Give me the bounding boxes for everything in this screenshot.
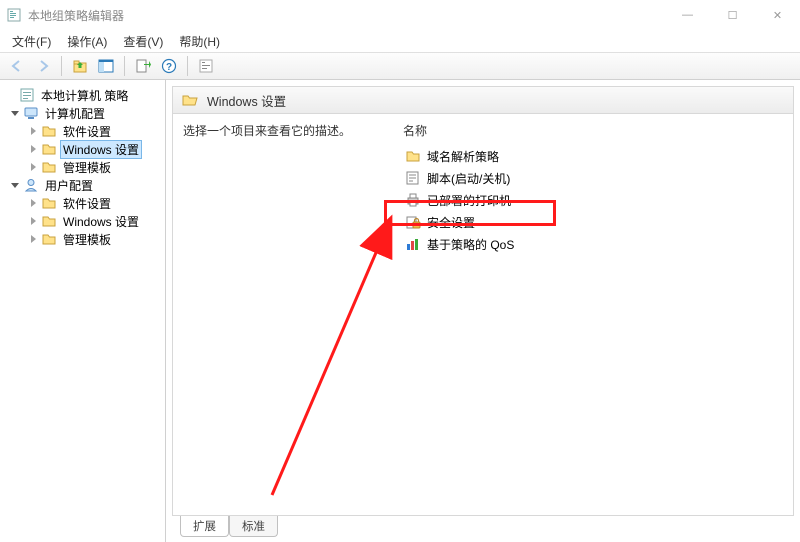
tree-user-config[interactable]: 用户配置 [2, 176, 163, 194]
toolbar-separator [124, 56, 125, 76]
expander-closed-icon[interactable] [28, 234, 40, 244]
body: 本地计算机 策略 计算机配置 软件设置 [0, 80, 800, 542]
tree-label: 管理模板 [60, 158, 114, 177]
folder-icon [41, 159, 57, 175]
title-bar: 本地组策略编辑器 — ☐ ✕ [0, 0, 800, 30]
expander-open-icon[interactable] [10, 180, 22, 190]
filter-button[interactable] [195, 55, 217, 77]
tree-admin-templates[interactable]: 管理模板 [2, 158, 163, 176]
tree-u-admin-templates[interactable]: 管理模板 [2, 230, 163, 248]
tree-label: Windows 设置 [60, 140, 142, 159]
folder-icon [405, 148, 421, 164]
minimize-button[interactable]: — [665, 0, 710, 30]
folder-icon [41, 141, 57, 157]
tree-windows-settings[interactable]: Windows 设置 [2, 140, 163, 158]
annotation-highlight-box [384, 200, 556, 226]
folder-icon [41, 213, 57, 229]
back-button[interactable] [6, 55, 28, 77]
expander-open-icon[interactable] [10, 108, 22, 118]
folder-icon [41, 195, 57, 211]
script-icon [405, 170, 421, 186]
policy-icon [19, 87, 35, 103]
list-item-dns-policy[interactable]: 域名解析策略 [403, 145, 783, 167]
menu-file[interactable]: 文件(F) [4, 31, 59, 52]
tab-standard[interactable]: 标准 [229, 516, 278, 537]
list-item-qos[interactable]: 基于策略的 QoS [403, 233, 783, 255]
list-item-label: 脚本(启动/关机) [427, 170, 510, 187]
up-button[interactable] [69, 55, 91, 77]
folder-icon [41, 123, 57, 139]
menu-action[interactable]: 操作(A) [59, 31, 115, 52]
tree-pane[interactable]: 本地计算机 策略 计算机配置 软件设置 [0, 80, 166, 542]
help-button[interactable]: ? [158, 55, 180, 77]
qos-chart-icon [405, 236, 421, 252]
tree-software-settings[interactable]: 软件设置 [2, 122, 163, 140]
tree-u-software-settings[interactable]: 软件设置 [2, 194, 163, 212]
folder-open-icon [181, 92, 199, 108]
menu-view[interactable]: 查看(V) [115, 31, 171, 52]
expander-closed-icon[interactable] [28, 126, 40, 136]
tree-label: 计算机配置 [42, 104, 108, 123]
svg-text:?: ? [166, 62, 172, 73]
description-pane: 选择一个项目来查看它的描述。 [183, 122, 395, 511]
expander-closed-icon[interactable] [28, 216, 40, 226]
window-controls: — ☐ ✕ [665, 0, 800, 30]
app-icon [6, 7, 22, 23]
tab-extended[interactable]: 扩展 [180, 516, 229, 537]
content-body: 选择一个项目来查看它的描述。 名称 域名解析策略 脚本(启动/关机) [172, 114, 794, 516]
close-button[interactable]: ✕ [755, 0, 800, 30]
tree-label: 用户配置 [42, 176, 96, 195]
user-icon [23, 177, 39, 193]
column-header-name[interactable]: 名称 [403, 122, 783, 139]
list-pane[interactable]: 名称 域名解析策略 脚本(启动/关机) [403, 122, 783, 511]
tree-root[interactable]: 本地计算机 策略 [2, 86, 163, 104]
tree-label: Windows 设置 [60, 212, 142, 231]
tree-label: 本地计算机 策略 [38, 86, 131, 105]
toolbar-separator [61, 56, 62, 76]
content-header: Windows 设置 [172, 86, 794, 114]
window-title: 本地组策略编辑器 [28, 7, 665, 24]
content-pane: Windows 设置 选择一个项目来查看它的描述。 名称 域名解析策略 [166, 80, 800, 542]
menu-help[interactable]: 帮助(H) [171, 31, 228, 52]
tree-u-windows-settings[interactable]: Windows 设置 [2, 212, 163, 230]
list-item-label: 域名解析策略 [427, 148, 499, 165]
list-item-scripts[interactable]: 脚本(启动/关机) [403, 167, 783, 189]
folder-icon [41, 231, 57, 247]
expander-closed-icon[interactable] [28, 144, 40, 154]
tree-label: 软件设置 [60, 194, 114, 213]
toolbar-separator [187, 56, 188, 76]
export-list-button[interactable] [132, 55, 154, 77]
content-title: Windows 设置 [207, 91, 286, 110]
menu-bar: 文件(F) 操作(A) 查看(V) 帮助(H) [0, 30, 800, 52]
forward-button[interactable] [32, 55, 54, 77]
maximize-button[interactable]: ☐ [710, 0, 755, 30]
show-hide-tree-button[interactable] [95, 55, 117, 77]
tree-computer-config[interactable]: 计算机配置 [2, 104, 163, 122]
tree-label: 管理模板 [60, 230, 114, 249]
bottom-tabs: 扩展 标准 [172, 516, 794, 538]
description-text: 选择一个项目来查看它的描述。 [183, 122, 395, 139]
toolbar: ? [0, 52, 800, 80]
expander-closed-icon[interactable] [28, 162, 40, 172]
expander-closed-icon[interactable] [28, 198, 40, 208]
list-item-label: 基于策略的 QoS [427, 236, 514, 253]
computer-icon [23, 105, 39, 121]
tree-label: 软件设置 [60, 122, 114, 141]
